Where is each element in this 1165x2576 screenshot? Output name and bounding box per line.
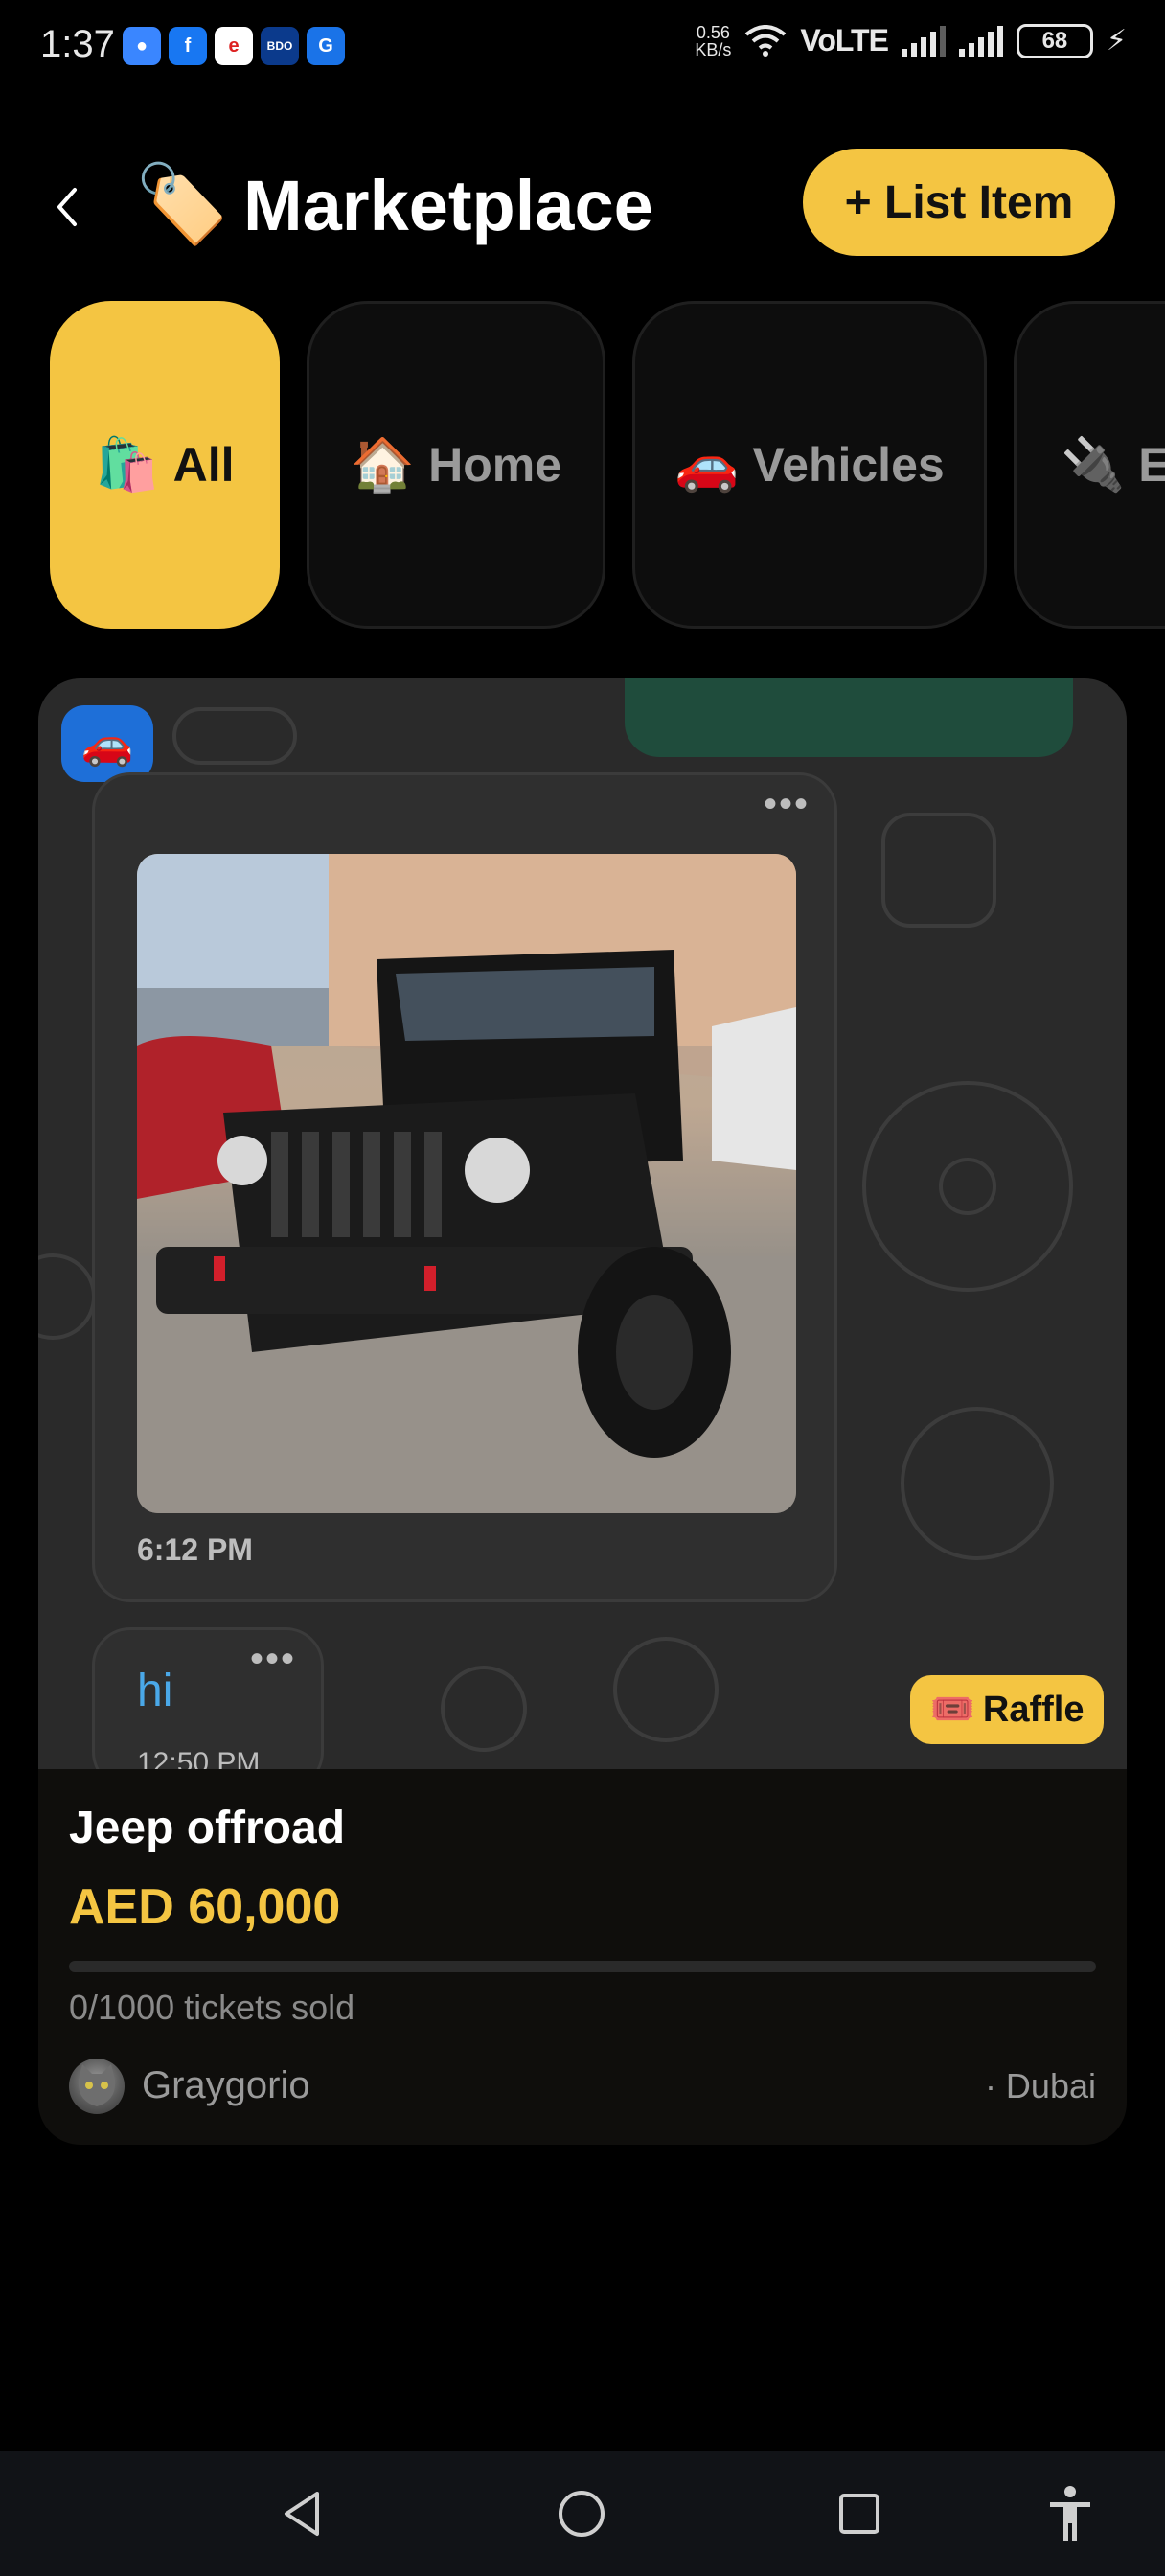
tickets-sold: 0/1000 tickets sold xyxy=(69,1988,355,2027)
tab-label: All xyxy=(172,438,235,492)
wallpaper-doodle xyxy=(613,1637,719,1742)
gcash-app-icon: e xyxy=(215,27,253,65)
status-bar: 1:37 ● f e BDO G 0.56 KB/s VoLTE 68 ⚡ xyxy=(0,0,1165,96)
volte-indicator: VoLTE xyxy=(800,23,889,58)
wallpaper-doodle xyxy=(901,1407,1054,1560)
plug-icon: 🔌 xyxy=(1061,435,1126,494)
vehicle-photo xyxy=(137,854,796,1513)
notification-icons: ● f e BDO G xyxy=(123,27,345,65)
battery-level: 68 xyxy=(1041,27,1068,54)
message-time: 12:50 PM xyxy=(137,1747,261,1769)
battery-icon: 68 xyxy=(1016,23,1093,58)
system-nav-bar xyxy=(0,2451,1165,2576)
tab-label: Home xyxy=(428,438,562,492)
listing-location: · Dubai xyxy=(984,2066,1096,2105)
category-tabs: 🛍️ All 🏠 Home 🚗 Vehicles 🔌 E xyxy=(50,301,1165,629)
page-title: Marketplace xyxy=(243,166,653,245)
jeep-photo-illustration xyxy=(137,854,796,1513)
accessibility-icon xyxy=(1050,2486,1090,2541)
tab-home[interactable]: 🏠 Home xyxy=(307,301,605,629)
car-icon: 🚗 xyxy=(80,721,134,768)
nav-home-button[interactable] xyxy=(548,2451,615,2576)
tab-label: Vehicles xyxy=(752,438,945,492)
signal-icon-1 xyxy=(901,25,946,57)
tab-all[interactable]: 🛍️ All xyxy=(50,301,280,629)
signal-icon-2 xyxy=(958,25,1003,57)
seller-avatar[interactable] xyxy=(69,2058,125,2114)
message-time: 6:12 PM xyxy=(137,1532,253,1567)
shopping-bags-icon: 🛍️ xyxy=(95,435,160,494)
category-badge: 🚗 xyxy=(61,705,153,782)
tickets-progress-bar xyxy=(69,1961,1096,1972)
ticket-icon: 🎟️ xyxy=(929,1690,975,1730)
back-button[interactable] xyxy=(54,180,92,234)
wallpaper-doodle xyxy=(881,813,996,928)
square-recents-icon xyxy=(839,2494,879,2534)
circle-home-icon xyxy=(559,2491,605,2537)
wifi-icon xyxy=(745,24,787,57)
chevron-left-icon xyxy=(57,188,77,226)
list-item-button[interactable]: + List Item xyxy=(803,149,1115,256)
network-speed: 0.56 KB/s xyxy=(695,22,732,59)
chat-bubble-2: ••• hi 12:50 PM xyxy=(92,1627,324,1769)
more-icon: ••• xyxy=(763,783,810,825)
status-right: 0.56 KB/s VoLTE 68 ⚡ xyxy=(695,23,1127,58)
chat-bubble: ••• 6:12 PM xyxy=(92,772,837,1602)
tab-vehicles[interactable]: 🚗 Vehicles xyxy=(632,301,987,629)
more-icon: ••• xyxy=(249,1638,296,1680)
raffle-label: Raffle xyxy=(982,1689,1085,1730)
cat-avatar-icon xyxy=(78,2064,116,2106)
bank-app-icon: BDO xyxy=(261,27,299,65)
tab-label: E xyxy=(1138,438,1165,492)
status-time: 1:37 xyxy=(40,23,115,65)
listing-title: Jeep offroad xyxy=(69,1803,346,1853)
listing-card[interactable]: 🚗 ••• 6:12 PM ••• hi 12:50 PM 🎟️ Raffle … xyxy=(38,678,1127,2145)
wallpaper-doodle xyxy=(172,707,297,765)
google-app-icon: G xyxy=(307,27,345,65)
triangle-back-icon xyxy=(285,2492,319,2536)
car-icon: 🚗 xyxy=(674,435,740,494)
accessibility-button[interactable] xyxy=(1037,2451,1104,2576)
wallpaper-doodle xyxy=(939,1158,996,1215)
nav-back-button[interactable] xyxy=(268,2451,335,2576)
house-icon: 🏠 xyxy=(350,435,416,494)
messenger-app-icon: ● xyxy=(123,27,161,65)
raffle-badge: 🎟️ Raffle xyxy=(910,1675,1104,1744)
wallpaper-doodle xyxy=(38,1254,96,1340)
nav-recents-button[interactable] xyxy=(826,2451,893,2576)
listing-image[interactable]: 🚗 ••• 6:12 PM ••• hi 12:50 PM 🎟️ Raffle xyxy=(38,678,1127,1769)
wallpaper-doodle xyxy=(441,1666,527,1752)
charging-icon: ⚡ xyxy=(1106,25,1127,57)
tab-electronics[interactable]: 🔌 E xyxy=(1014,301,1165,629)
facebook-app-icon: f xyxy=(169,27,207,65)
message-text: hi xyxy=(137,1666,173,1716)
listing-info: Jeep offroad AED 60,000 0/1000 tickets s… xyxy=(38,1769,1127,2145)
listing-price: AED 60,000 xyxy=(69,1879,341,1935)
chat-header-pill xyxy=(625,678,1073,757)
seller-name[interactable]: Graygorio xyxy=(142,2064,310,2107)
price-tag-icon: 🏷️ xyxy=(134,161,230,246)
